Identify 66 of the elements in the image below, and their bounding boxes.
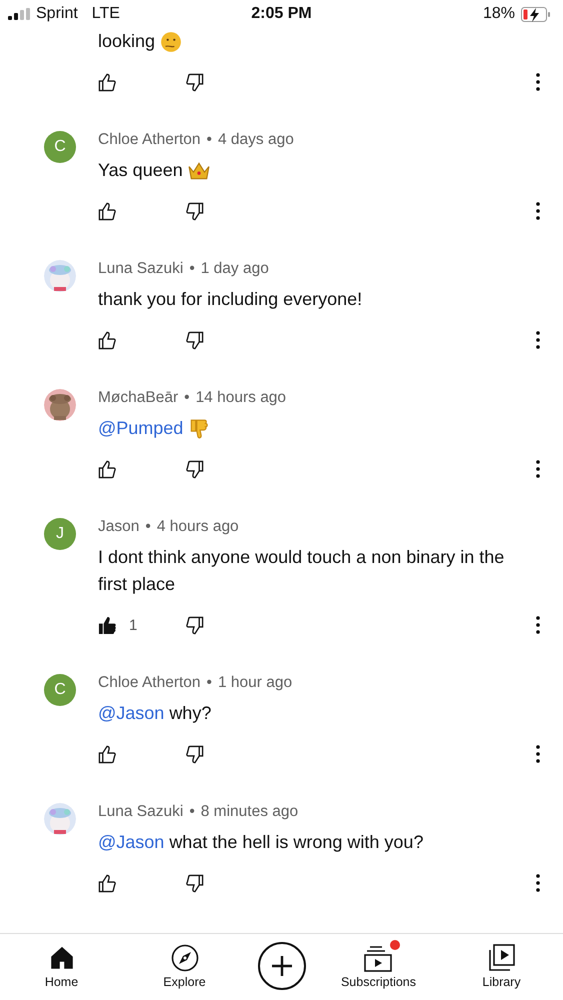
comment-time: 14 hours ago (196, 388, 286, 408)
nav-tab[interactable]: Subscriptions (328, 944, 428, 988)
like-count: 1 (129, 616, 138, 634)
comment-time: 4 hours ago (156, 517, 239, 537)
nav-tab[interactable]: Library (452, 944, 552, 988)
comment-time: 8 minutes ago (200, 802, 298, 822)
network-type: LTE (92, 5, 120, 23)
like-button[interactable] (98, 616, 117, 634)
mention-link[interactable]: @Jason (98, 700, 164, 727)
like-button[interactable] (98, 330, 117, 350)
separator-dot: • (189, 259, 195, 279)
like-button[interactable] (98, 202, 117, 220)
more-options-button[interactable] (536, 331, 540, 349)
more-options-button[interactable] (536, 874, 540, 892)
mention-link[interactable]: @Jason (98, 829, 164, 856)
dislike-button[interactable] (185, 460, 204, 478)
author-name[interactable]: Chloe Atherton (98, 672, 201, 694)
author-name[interactable]: MøchaBeār (98, 387, 178, 409)
comment-text: I dont think anyone would touch a non binary in the first place (98, 546, 506, 596)
nav-tab[interactable]: Explore (134, 944, 234, 988)
separator-dot: • (189, 802, 195, 822)
author-name[interactable]: Luna Sazuki (98, 258, 184, 280)
avatar: J (44, 518, 76, 550)
like-button[interactable] (98, 744, 117, 764)
crown-icon (188, 160, 210, 182)
like-button[interactable] (98, 874, 117, 892)
dislike-button[interactable] (185, 616, 204, 634)
comment-text: Yas queen (98, 159, 183, 182)
comment-time: 1 day ago (200, 259, 269, 279)
avatar: C (44, 674, 76, 706)
like-button[interactable] (98, 460, 117, 478)
nav-tab[interactable]: Home (12, 944, 112, 988)
dislike-button[interactable] (185, 202, 204, 220)
thinking-face-icon (160, 30, 182, 52)
battery-percent: 18% (482, 5, 515, 23)
author-name[interactable]: Luna Sazuki (98, 801, 184, 823)
dislike-button[interactable] (185, 72, 204, 92)
comment-text: looking (98, 30, 156, 53)
comment-text: what the hell is wrong with you? (169, 831, 424, 854)
thumbs-down-icon (188, 418, 210, 440)
separator-dot: • (206, 673, 212, 693)
more-options-button[interactable] (536, 460, 540, 478)
author-name[interactable]: Chloe Atherton (98, 129, 201, 151)
more-options-button[interactable] (536, 745, 540, 763)
plus-icon (270, 954, 294, 978)
clock-time: 2:05 PM (251, 5, 312, 23)
separator-dot: • (184, 388, 190, 408)
create-button[interactable] (258, 942, 306, 990)
separator-dot: • (206, 130, 212, 150)
comment-text: thank you for including everyone! (98, 288, 362, 311)
comment-text: why? (169, 702, 212, 725)
dislike-button[interactable] (185, 874, 204, 892)
dislike-button[interactable] (185, 330, 204, 350)
dislike-button[interactable] (185, 744, 204, 764)
more-options-button[interactable] (536, 616, 540, 634)
more-options-button[interactable] (536, 73, 540, 91)
more-options-button[interactable] (536, 202, 540, 220)
comment-time: 4 days ago (218, 130, 294, 150)
carrier-name: Sprint (36, 5, 78, 23)
avatar: C (44, 131, 76, 163)
author-name[interactable]: Jason (98, 516, 140, 538)
mention-link[interactable]: @Pumped (98, 415, 184, 442)
like-button[interactable] (98, 72, 117, 92)
signal-icon (8, 8, 30, 20)
separator-dot: • (145, 517, 151, 537)
comment-time: 1 hour ago (218, 673, 292, 693)
